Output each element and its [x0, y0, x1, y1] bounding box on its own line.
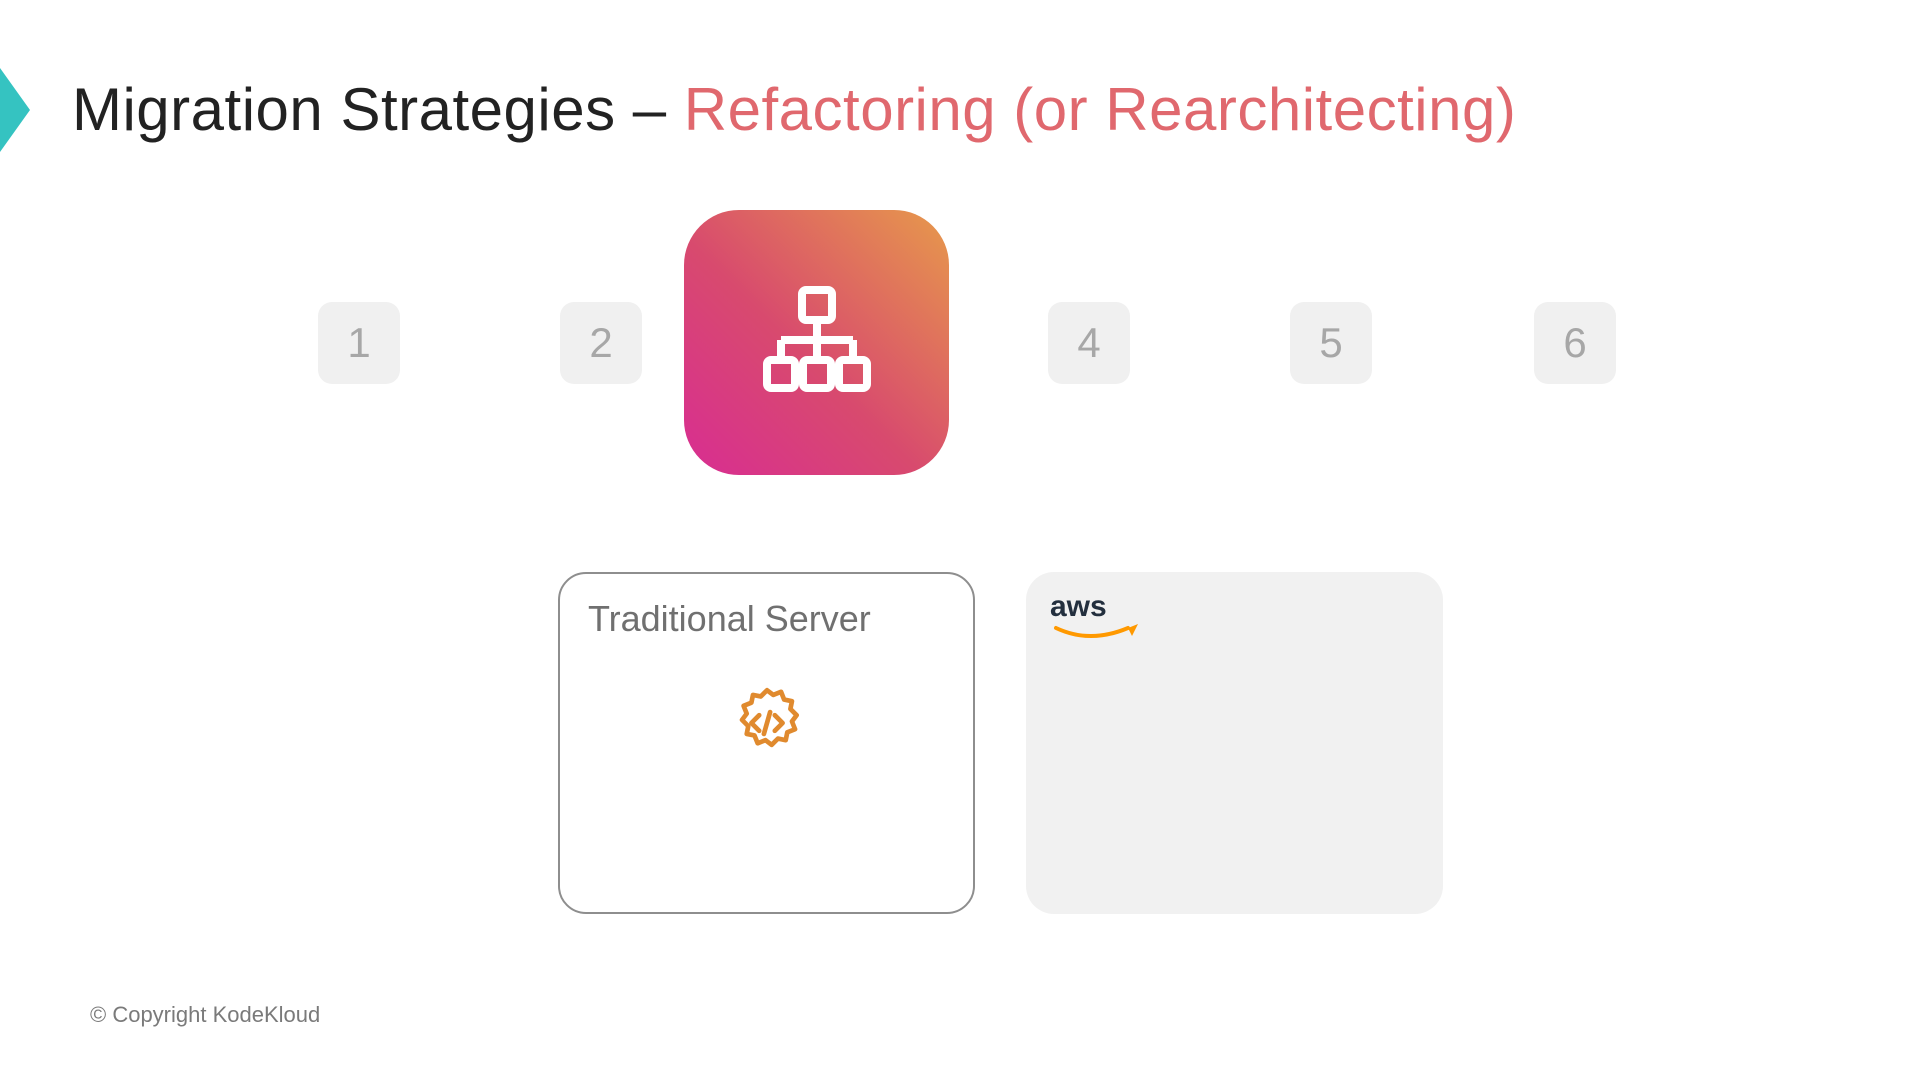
aws-logo: aws	[1050, 588, 1146, 651]
code-gear-icon	[728, 684, 806, 767]
svg-text:aws: aws	[1050, 590, 1107, 623]
step-2-label: 2	[589, 319, 612, 367]
step-1-label: 1	[347, 319, 370, 367]
step-4: 4	[1048, 302, 1130, 384]
step-5: 5	[1290, 302, 1372, 384]
page-title: Migration Strategies – Refactoring (or R…	[72, 75, 1516, 144]
step-1: 1	[318, 302, 400, 384]
step-3-active	[684, 210, 949, 475]
steps-row: 1 2 4	[60, 210, 1860, 475]
page-title-highlight: Refactoring (or Rearchitecting)	[684, 76, 1517, 143]
step-6-label: 6	[1563, 319, 1586, 367]
panel-traditional-server: Traditional Server	[558, 572, 975, 914]
corner-arrow-icon	[0, 40, 48, 180]
slide-root: Migration Strategies – Refactoring (or R…	[0, 0, 1920, 1080]
copyright: © Copyright KodeKloud	[90, 1002, 320, 1028]
step-4-label: 4	[1077, 319, 1100, 367]
hierarchy-icon	[757, 280, 877, 405]
step-2: 2	[560, 302, 642, 384]
step-5-label: 5	[1319, 319, 1342, 367]
page-title-main: Migration Strategies –	[72, 76, 684, 143]
panel-aws: aws	[1026, 572, 1443, 914]
step-6: 6	[1534, 302, 1616, 384]
panel-traditional-title: Traditional Server	[588, 598, 945, 640]
panels-row: Traditional Server aws	[0, 572, 1920, 917]
